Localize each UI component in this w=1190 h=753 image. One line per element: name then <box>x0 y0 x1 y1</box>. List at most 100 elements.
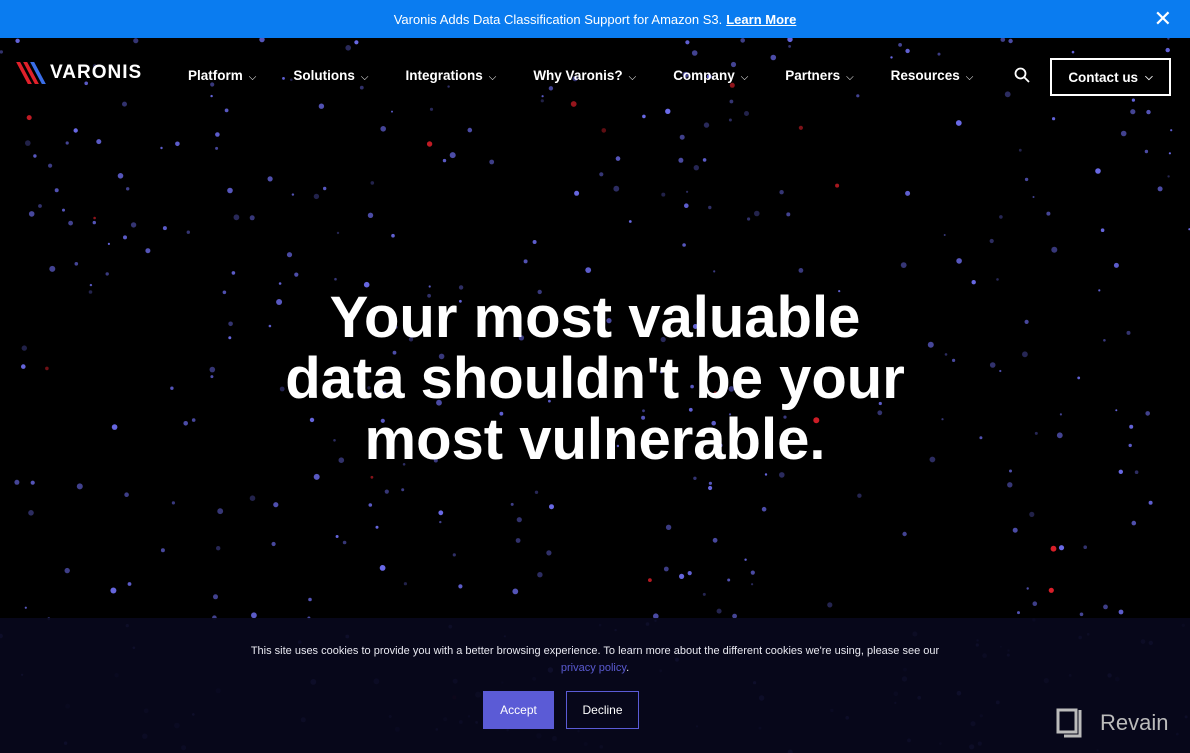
star-dot <box>38 204 42 208</box>
nav-item-integrations[interactable]: Integrations ⌵ <box>405 68 496 83</box>
star-dot <box>747 217 751 221</box>
learn-more-link[interactable]: Learn More <box>726 12 796 27</box>
cookie-message: This site uses cookies to provide you wi… <box>0 643 1190 677</box>
nav-item-why-varonis[interactable]: Why Varonis? ⌵ <box>533 68 636 83</box>
star-dot <box>65 141 69 145</box>
star-dot <box>25 140 31 146</box>
star-dot <box>28 510 34 516</box>
star-dot <box>1134 470 1139 475</box>
star-dot <box>126 187 130 191</box>
star-dot <box>452 553 456 557</box>
nav-item-solutions[interactable]: Solutions ⌵ <box>293 68 368 83</box>
star-dot <box>955 120 962 126</box>
star-dot <box>1050 545 1057 552</box>
hero-headline: Your most valuable data shouldn't be you… <box>0 287 1190 470</box>
star-dot <box>28 211 35 217</box>
star-dot <box>613 185 620 192</box>
close-icon[interactable]: ✕ <box>1154 8 1172 30</box>
star-dot <box>1032 196 1035 198</box>
star-dot <box>1007 482 1013 488</box>
star-dot <box>1118 609 1124 615</box>
star-dot <box>989 238 994 244</box>
star-dot <box>827 602 833 608</box>
privacy-policy-link[interactable]: privacy policy <box>561 662 626 674</box>
star-dot <box>779 472 785 478</box>
nav-item-platform[interactable]: Platform ⌵ <box>188 68 256 83</box>
nav-item-partners[interactable]: Partners ⌵ <box>785 68 853 83</box>
star-dot <box>574 190 580 196</box>
star-dot <box>489 159 495 165</box>
star-dot <box>107 242 110 245</box>
star-dot <box>1046 211 1051 216</box>
star-dot <box>171 501 175 505</box>
star-dot <box>342 540 347 545</box>
star-dot <box>375 525 379 529</box>
star-dot <box>367 212 374 218</box>
star-dot <box>215 146 219 150</box>
star-dot <box>127 582 132 586</box>
star-dot <box>401 488 405 492</box>
revain-watermark: Revain <box>1054 706 1168 740</box>
accept-button[interactable]: Accept <box>483 691 554 729</box>
star-dot <box>335 535 339 538</box>
star-dot <box>798 268 804 273</box>
varonis-logo[interactable]: VARONIS <box>16 62 142 84</box>
star-dot <box>216 546 221 551</box>
star-dot <box>370 475 374 479</box>
star-dot <box>336 231 340 235</box>
star-dot <box>33 154 37 158</box>
star-dot <box>684 203 689 208</box>
star-dot <box>1026 587 1029 590</box>
contact-us-button[interactable]: Contact us ⌵ <box>1050 58 1171 96</box>
contact-label: Contact us <box>1068 69 1139 85</box>
star-dot <box>515 538 521 543</box>
star-dot <box>249 215 255 221</box>
star-dot <box>761 506 767 512</box>
star-dot <box>215 132 220 137</box>
star-dot <box>703 122 710 128</box>
star-dot <box>175 141 180 147</box>
star-dot <box>1018 148 1022 152</box>
star-dot <box>391 233 395 238</box>
star-dot <box>49 265 56 272</box>
star-dot <box>227 187 233 194</box>
star-dot <box>798 125 804 130</box>
nav-item-resources[interactable]: Resources ⌵ <box>891 68 974 83</box>
star-dot <box>679 573 685 580</box>
star-dot <box>727 578 731 582</box>
star-dot <box>744 558 747 561</box>
star-dot <box>549 504 554 510</box>
announcement-text: Varonis Adds Data Classification Support… <box>393 11 723 27</box>
star-dot <box>267 176 273 182</box>
star-dot <box>599 172 604 177</box>
star-dot <box>728 118 732 122</box>
star-dot <box>334 277 337 281</box>
nav-item-company[interactable]: Company ⌵ <box>673 68 748 83</box>
star-dot <box>678 157 684 163</box>
star-dot <box>996 278 999 281</box>
star-dot <box>92 220 97 225</box>
star-dot <box>779 190 784 195</box>
star-dot <box>943 234 946 236</box>
chevron-down-icon: ⌵ <box>1145 71 1153 83</box>
star-dot <box>510 502 514 506</box>
star-dot <box>449 152 456 159</box>
star-dot <box>1157 186 1163 192</box>
star-dot <box>702 158 707 162</box>
star-dot <box>426 141 433 147</box>
decline-button[interactable]: Decline <box>566 691 639 729</box>
star-dot <box>1131 520 1137 526</box>
star-dot <box>546 550 552 556</box>
star-dot <box>532 240 537 244</box>
star-dot <box>438 510 444 516</box>
chevron-down-icon: ⌵ <box>846 72 854 83</box>
cookie-banner: This site uses cookies to provide you wi… <box>0 618 1190 753</box>
star-dot <box>1051 246 1058 253</box>
search-icon[interactable] <box>1014 67 1030 83</box>
nav-label: Company <box>673 68 735 83</box>
star-dot <box>217 508 224 515</box>
star-dot <box>835 183 840 188</box>
star-dot <box>313 193 320 200</box>
chevron-down-icon: ⌵ <box>628 72 637 83</box>
star-dot <box>313 473 320 480</box>
